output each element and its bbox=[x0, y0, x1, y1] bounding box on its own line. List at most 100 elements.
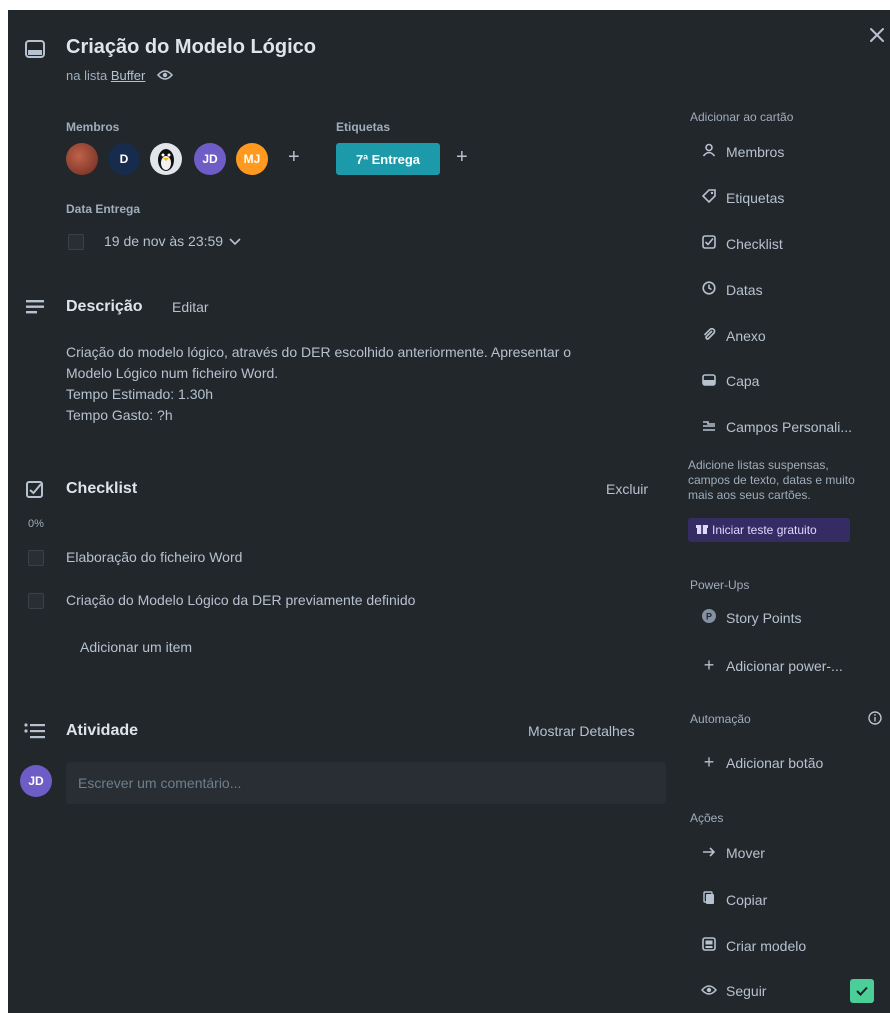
checklist-icon bbox=[700, 235, 718, 252]
sidebar-item-label: Criar modelo bbox=[726, 937, 807, 954]
description-heading: Descrição bbox=[66, 298, 143, 315]
sidebar-item-label: Story Points bbox=[726, 609, 802, 626]
chevron-down-icon bbox=[229, 233, 241, 249]
start-trial-label: Iniciar teste gratuito bbox=[712, 523, 817, 537]
checklist-item-checkbox[interactable] bbox=[28, 550, 44, 566]
description-line: Modelo Lógico num ficheiro Word. bbox=[66, 365, 279, 381]
powerup-story-points-button[interactable]: P Story Points bbox=[700, 609, 801, 626]
sidebar-checklist-button[interactable]: Checklist bbox=[700, 235, 783, 252]
move-button[interactable]: Mover bbox=[700, 845, 765, 861]
custom-fields-icon bbox=[700, 419, 718, 435]
make-template-button[interactable]: Criar modelo bbox=[700, 937, 806, 954]
sidebar-item-label: Campos Personali... bbox=[726, 419, 853, 435]
custom-fields-promo: Adicione listas suspensas, campos de tex… bbox=[688, 458, 888, 503]
checklist-progress-text: 0% bbox=[28, 518, 44, 530]
info-icon[interactable] bbox=[868, 711, 882, 730]
member-avatar-3[interactable] bbox=[150, 143, 182, 175]
powerups-heading: Power-Ups bbox=[690, 578, 750, 592]
sidebar-item-label: Anexo bbox=[726, 327, 766, 344]
activity-icon bbox=[24, 723, 46, 744]
sidebar-item-label: Adicionar botão bbox=[726, 754, 824, 771]
watch-eye-icon bbox=[156, 69, 173, 84]
sidebar-item-label: Adicionar power-... bbox=[726, 657, 843, 674]
member-avatar-jd[interactable]: JD bbox=[194, 143, 226, 175]
sidebar-labels-button[interactable]: Etiquetas bbox=[700, 189, 784, 206]
due-date-value: 19 de nov às 23:59 bbox=[104, 233, 224, 249]
comment-avatar: JD bbox=[20, 765, 52, 797]
person-icon bbox=[700, 143, 718, 160]
plus-icon: + bbox=[703, 752, 715, 772]
add-to-card-heading: Adicionar ao cartão bbox=[690, 110, 794, 124]
checklist-icon bbox=[26, 481, 44, 504]
clock-icon bbox=[700, 281, 718, 298]
sidebar-item-label: Mover bbox=[726, 845, 765, 861]
actions-heading: Ações bbox=[690, 811, 724, 825]
due-date-button[interactable]: 19 de nov às 23:59 bbox=[104, 233, 241, 249]
tag-icon bbox=[700, 189, 718, 206]
checklist-item-text[interactable]: Criação do Modelo Lógico da DER previame… bbox=[66, 590, 415, 611]
add-automation-button[interactable]: + Adicionar botão bbox=[700, 752, 824, 773]
checklist-heading: Checklist bbox=[66, 480, 138, 497]
sidebar-custom-fields-button[interactable]: Campos Personali... bbox=[700, 419, 852, 435]
checklist-item-text[interactable]: Elaboração do ficheiro Word bbox=[66, 547, 242, 568]
sidebar-item-label: Copiar bbox=[726, 891, 768, 908]
arrow-right-icon bbox=[700, 845, 718, 861]
close-icon[interactable] bbox=[866, 24, 888, 46]
description-icon bbox=[26, 300, 44, 319]
add-member-icon[interactable]: + bbox=[288, 146, 300, 169]
list-link[interactable]: Buffer bbox=[111, 68, 145, 83]
labels-label: Etiquetas bbox=[336, 120, 391, 134]
svg-text:P: P bbox=[706, 612, 712, 622]
show-details-button[interactable]: Mostrar Detalhes bbox=[528, 723, 635, 739]
add-label-icon[interactable]: + bbox=[456, 146, 468, 169]
checklist-delete-button[interactable]: Excluir bbox=[606, 481, 648, 497]
start-trial-button[interactable]: Iniciar teste gratuito bbox=[688, 518, 850, 542]
card-detail-dialog: Criação do Modelo Lógico na lista Buffer… bbox=[8, 10, 890, 1013]
member-avatar-1[interactable] bbox=[66, 143, 98, 175]
card-cover-icon bbox=[700, 373, 718, 389]
paperclip-icon bbox=[700, 327, 718, 344]
sidebar-attachment-button[interactable]: Anexo bbox=[700, 327, 766, 344]
label-chip[interactable]: 7ª Entrega bbox=[336, 143, 440, 175]
sidebar-dates-button[interactable]: Datas bbox=[700, 281, 763, 298]
member-avatar-mj[interactable]: MJ bbox=[236, 143, 268, 175]
card-list-info: na lista Buffer bbox=[66, 68, 173, 84]
add-powerup-button[interactable]: + Adicionar power-... bbox=[700, 655, 843, 676]
sidebar-item-label: Datas bbox=[726, 281, 763, 298]
card-icon bbox=[25, 40, 45, 63]
automation-heading: Automação bbox=[690, 712, 751, 726]
list-prefix: na lista bbox=[66, 68, 108, 83]
comment-input[interactable]: Escrever um comentário... bbox=[66, 762, 666, 804]
description-line: Tempo Estimado: 1.30h bbox=[66, 386, 214, 402]
description-line: Tempo Gasto: ?h bbox=[66, 407, 173, 423]
sidebar-item-label: Etiquetas bbox=[726, 189, 785, 206]
copy-button[interactable]: Copiar bbox=[700, 891, 767, 908]
description-edit-button[interactable]: Editar bbox=[172, 299, 209, 315]
story-points-icon: P bbox=[700, 609, 718, 626]
due-date-checkbox[interactable] bbox=[68, 234, 84, 250]
members-label: Membros bbox=[66, 120, 120, 134]
sidebar-item-label: Checklist bbox=[726, 235, 783, 252]
gift-icon bbox=[696, 523, 708, 538]
promo-line: campos de texto, datas e muito bbox=[688, 473, 855, 487]
activity-heading: Atividade bbox=[66, 722, 139, 739]
sidebar-item-label: Capa bbox=[726, 373, 760, 389]
card-title[interactable]: Criação do Modelo Lógico bbox=[66, 36, 316, 59]
member-avatar-d[interactable]: D bbox=[108, 143, 140, 175]
sidebar-item-label: Seguir bbox=[726, 983, 767, 999]
checklist-item-checkbox[interactable] bbox=[28, 593, 44, 609]
description-text[interactable]: Criação do modelo lógico, através do DER… bbox=[66, 342, 666, 426]
plus-icon: + bbox=[703, 655, 715, 675]
description-line: Criação do modelo lógico, através do DER… bbox=[66, 344, 572, 360]
sidebar-cover-button[interactable]: Capa bbox=[700, 373, 759, 389]
due-date-label: Data Entrega bbox=[66, 202, 141, 216]
follow-check-icon bbox=[850, 979, 874, 1003]
copy-icon bbox=[700, 891, 718, 908]
sidebar-item-label: Membros bbox=[726, 143, 785, 160]
follow-button[interactable]: Seguir bbox=[700, 983, 766, 999]
sidebar-members-button[interactable]: Membros bbox=[700, 143, 784, 160]
promo-line: Adicione listas suspensas, bbox=[688, 458, 829, 472]
promo-line: mais aos seus cartões. bbox=[688, 488, 811, 502]
eye-icon bbox=[700, 983, 718, 999]
add-checklist-item-button[interactable]: Adicionar um item bbox=[80, 637, 192, 658]
